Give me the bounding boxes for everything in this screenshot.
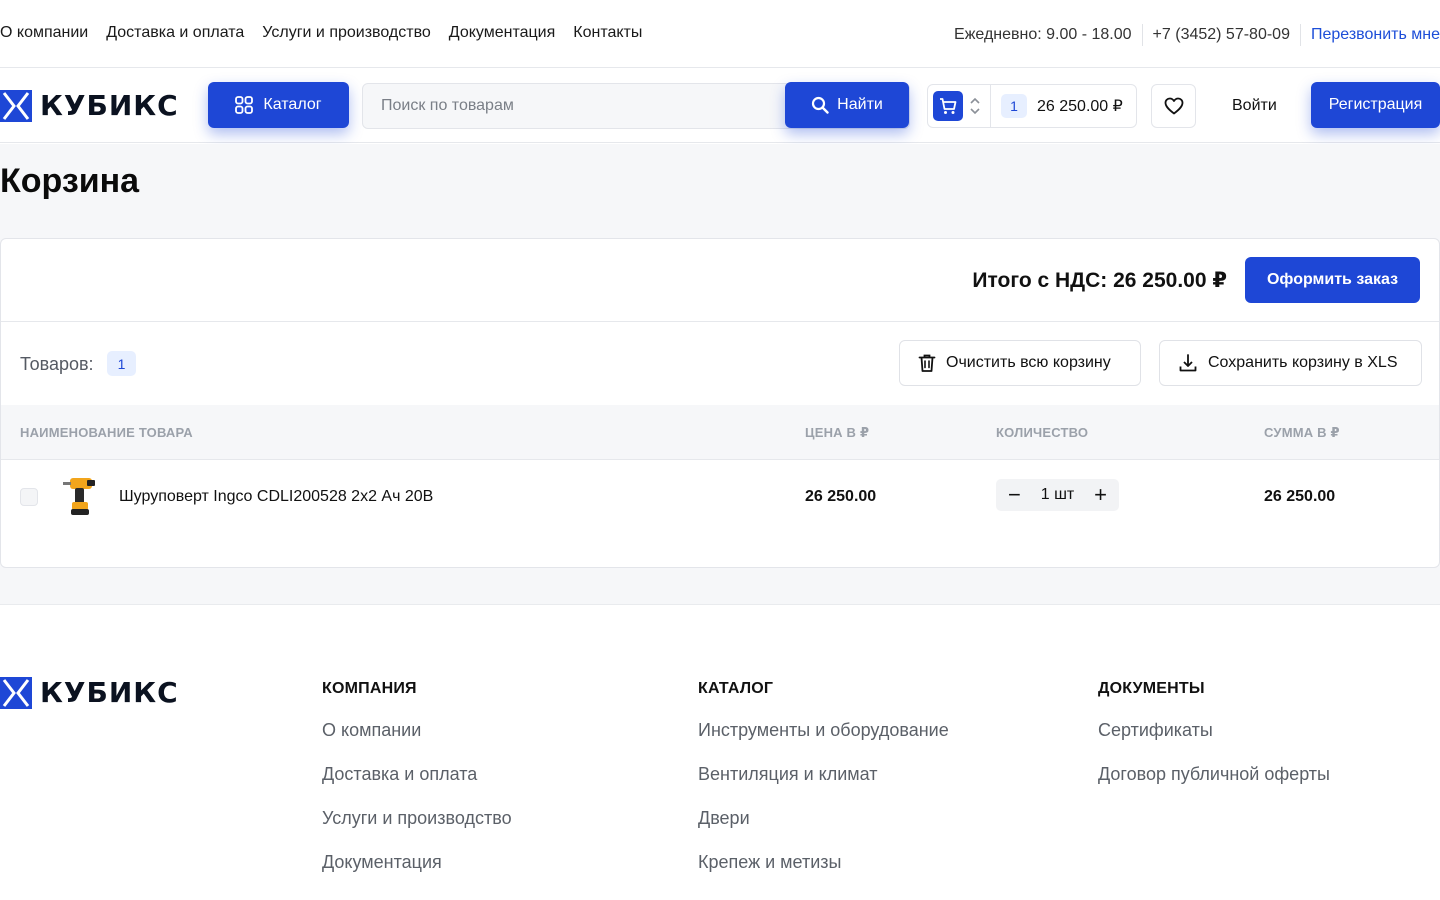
checkout-button[interactable]: Оформить заказ (1245, 257, 1420, 303)
find-label: Найти (837, 96, 883, 113)
minus-icon[interactable]: − (1008, 484, 1021, 506)
register-button[interactable]: Регистрация (1311, 82, 1440, 128)
logo-mark-icon (0, 89, 32, 122)
find-button[interactable]: Найти (785, 82, 909, 128)
save-xls-label: Сохранить корзину в XLS (1208, 354, 1398, 371)
goods-count-label: Товаров: (20, 354, 94, 374)
clear-cart-button[interactable]: Очистить всю корзину (899, 340, 1141, 386)
sort-arrows-icon[interactable] (966, 95, 984, 117)
favorites-button[interactable] (1151, 84, 1196, 128)
working-hours: Ежедневно: 9.00 - 18.00 (954, 26, 1132, 43)
divider (1299, 24, 1301, 46)
catalog-label: Каталог (263, 96, 322, 113)
quantity-stepper: − 1 шт + (996, 479, 1119, 511)
trash-icon (918, 354, 936, 372)
page-title: Корзина (0, 162, 140, 200)
goods-count-badge: 1 (107, 351, 136, 376)
topnav-item-services[interactable]: Услуги и производство (262, 24, 431, 42)
footer-column-company: КОМПАНИЯ О компании Доставка и оплата Ус… (322, 680, 512, 896)
mini-cart[interactable]: 1 26 250.00 ₽ (927, 84, 1137, 128)
footer-link-ventilation[interactable]: Вентиляция и климат (698, 764, 949, 785)
clear-cart-label: Очистить всю корзину (946, 354, 1111, 371)
divider (1141, 24, 1143, 46)
footer-column-documents: ДОКУМЕНТЫ Сертификаты Договор публичной … (1098, 680, 1330, 808)
search-input[interactable] (363, 84, 783, 128)
cart-page: Корзина Итого с НДС: 26 250.00 ₽ Оформит… (0, 144, 1440, 605)
item-price: 26 250.00 (805, 488, 877, 505)
drill-image[interactable] (61, 474, 97, 518)
cart-icon[interactable] (933, 91, 963, 121)
top-bar: О компании Доставка и оплата Услуги и пр… (0, 0, 1440, 68)
item-checkbox[interactable] (20, 488, 38, 506)
phone-number[interactable]: +7 (3452) 57-80-09 (1153, 26, 1290, 44)
top-info: Ежедневно: 9.00 - 18.00 +7 (3452) 57-80-… (954, 24, 1440, 46)
footer-column-title: КОМПАНИЯ (322, 680, 417, 697)
footer-logo-text: КУБИКС (40, 676, 179, 709)
save-xls-button[interactable]: Сохранить корзину в XLS (1159, 340, 1422, 386)
cart-toolbar: Товаров: 1 Очистить всю корзину Сохранит… (1, 322, 1439, 405)
column-name: НАИМЕНОВАНИЕ ТОВАРА (20, 425, 193, 440)
cart-sum: 26 250.00 ₽ (1037, 98, 1123, 115)
footer: КУБИКС КОМПАНИЯ О компании Доставка и оп… (0, 606, 1440, 900)
logo-text: КУБИКС (40, 89, 179, 122)
column-qty: КОЛИЧЕСТВО (996, 425, 1089, 440)
footer-link-services[interactable]: Услуги и производство (322, 808, 512, 829)
footer-link-tools[interactable]: Инструменты и оборудование (698, 720, 949, 741)
footer-link-certificates[interactable]: Сертификаты (1098, 720, 1330, 741)
download-icon (1179, 354, 1197, 372)
footer-link-docs[interactable]: Документация (322, 852, 512, 873)
footer-column-title: КАТАЛОГ (698, 680, 774, 697)
footer-link-delivery[interactable]: Доставка и оплата (322, 764, 512, 785)
item-name[interactable]: Шуруповерт Ingco CDLI200528 2х2 Ач 20В (119, 488, 433, 506)
column-price: ЦЕНА В ₽ (805, 425, 870, 440)
cart-count-badge: 1 (1001, 94, 1027, 118)
heart-icon (1164, 97, 1183, 115)
topnav-item-docs[interactable]: Документация (449, 24, 555, 42)
quantity-value[interactable]: 1 шт (1041, 486, 1075, 504)
footer-logo-group: КУБИКС (0, 676, 179, 709)
footer-column-catalog: КАТАЛОГ Инструменты и оборудование Венти… (698, 680, 949, 896)
footer-logo[interactable]: КУБИКС (0, 676, 179, 709)
footer-link-about[interactable]: О компании (322, 720, 512, 741)
plus-icon[interactable]: + (1094, 484, 1107, 506)
catalog-button[interactable]: Каталог (208, 82, 349, 128)
logo-mark-icon (0, 676, 32, 709)
topnav-item-about[interactable]: О компании (0, 24, 88, 42)
total-with-vat: Итого с НДС: 26 250.00 ₽ (972, 269, 1227, 292)
cart-card: Итого с НДС: 26 250.00 ₽ Оформить заказ … (0, 238, 1440, 568)
column-sum: СУММА В ₽ (1264, 425, 1340, 440)
top-nav: О компании Доставка и оплата Услуги и пр… (0, 24, 642, 42)
grid-icon (235, 96, 254, 114)
search-icon (812, 96, 829, 114)
divider (990, 85, 991, 127)
total-row: Итого с НДС: 26 250.00 ₽ Оформить заказ (1, 239, 1439, 322)
logo[interactable]: КУБИКС (0, 89, 179, 122)
table-header: НАИМЕНОВАНИЕ ТОВАРА ЦЕНА В ₽ КОЛИЧЕСТВО … (1, 405, 1439, 460)
item-sum: 26 250.00 (1264, 488, 1336, 505)
footer-link-fasteners[interactable]: Крепеж и метизы (698, 852, 949, 873)
table-row: Шуруповерт Ingco CDLI200528 2х2 Ач 20В 2… (1, 460, 1439, 535)
login-link[interactable]: Войти (1232, 97, 1277, 115)
footer-link-doors[interactable]: Двери (698, 808, 949, 829)
topnav-item-contacts[interactable]: Контакты (573, 24, 642, 42)
footer-column-title: ДОКУМЕНТЫ (1098, 680, 1205, 697)
topnav-item-delivery[interactable]: Доставка и оплата (106, 24, 244, 42)
header: КУБИКС Каталог Найти (0, 69, 1440, 143)
footer-link-offer[interactable]: Договор публичной оферты (1098, 764, 1330, 785)
callback-link[interactable]: Перезвонить мне (1311, 26, 1440, 44)
